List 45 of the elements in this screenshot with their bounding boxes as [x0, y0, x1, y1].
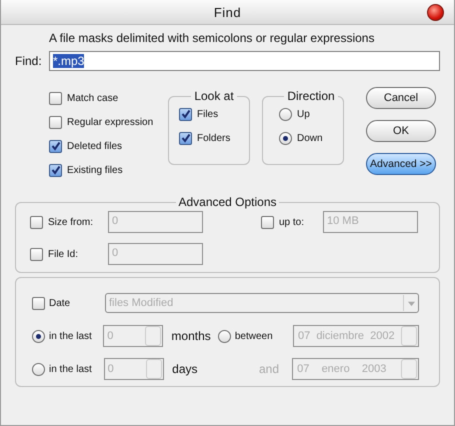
checkbox[interactable]: [49, 116, 62, 128]
group-title: Advanced Options: [177, 195, 278, 209]
window-title: Find: [214, 4, 242, 20]
radio-button[interactable]: [32, 362, 45, 376]
radio-button[interactable]: [32, 330, 45, 342]
checkbox-label[interactable]: Date: [49, 298, 105, 308]
close-icon[interactable]: [427, 4, 444, 21]
group-title: Direction: [286, 89, 336, 103]
checkbox-label[interactable]: Deleted files: [67, 140, 122, 152]
dialog-button[interactable]: OK: [366, 120, 436, 142]
checkbox-label[interactable]: up to:: [279, 216, 323, 228]
radio-button[interactable]: [218, 330, 231, 342]
checkbox-label[interactable]: Existing files: [67, 164, 123, 176]
radio-label[interactable]: Up: [297, 108, 310, 120]
checkbox-label[interactable]: Regular expression: [67, 116, 154, 128]
and-label: and: [258, 362, 280, 376]
radio-button[interactable]: [279, 132, 292, 144]
radio-label[interactable]: in the last: [49, 364, 104, 374]
find-field[interactable]: *.mp3: [49, 51, 440, 71]
group-title: Look at: [193, 89, 235, 103]
radio-label[interactable]: Down: [297, 132, 323, 144]
unit-label: months: [171, 329, 212, 343]
checkbox[interactable]: [49, 164, 62, 176]
checkbox[interactable]: [30, 248, 43, 260]
find-label: Find:: [15, 54, 43, 68]
checkbox[interactable]: [32, 296, 45, 310]
checkbox-label[interactable]: Size from:: [48, 216, 108, 228]
checkbox-label[interactable]: Folders: [197, 132, 230, 144]
advanced-button[interactable]: Advanced >>: [366, 153, 436, 175]
dropdown-arrow-icon: [408, 300, 414, 306]
radio-button[interactable]: [279, 108, 292, 120]
checkbox-label[interactable]: File Id:: [48, 248, 108, 260]
unit-label: days: [172, 362, 199, 376]
dialog-button[interactable]: Cancel: [366, 87, 436, 109]
radio-label[interactable]: in the last: [49, 330, 104, 342]
checkbox[interactable]: [49, 140, 62, 152]
checkbox[interactable]: [261, 216, 274, 228]
hint-text: A file masks delimited with semicolons or regular expressions: [49, 31, 376, 47]
checkbox[interactable]: [179, 132, 192, 144]
checkbox[interactable]: [179, 108, 192, 120]
radio-label[interactable]: between: [234, 330, 293, 342]
checkbox[interactable]: [49, 92, 62, 104]
checkbox-label[interactable]: Files: [197, 108, 218, 120]
checkbox-label[interactable]: Match case: [67, 92, 118, 104]
checkbox[interactable]: [30, 216, 43, 228]
